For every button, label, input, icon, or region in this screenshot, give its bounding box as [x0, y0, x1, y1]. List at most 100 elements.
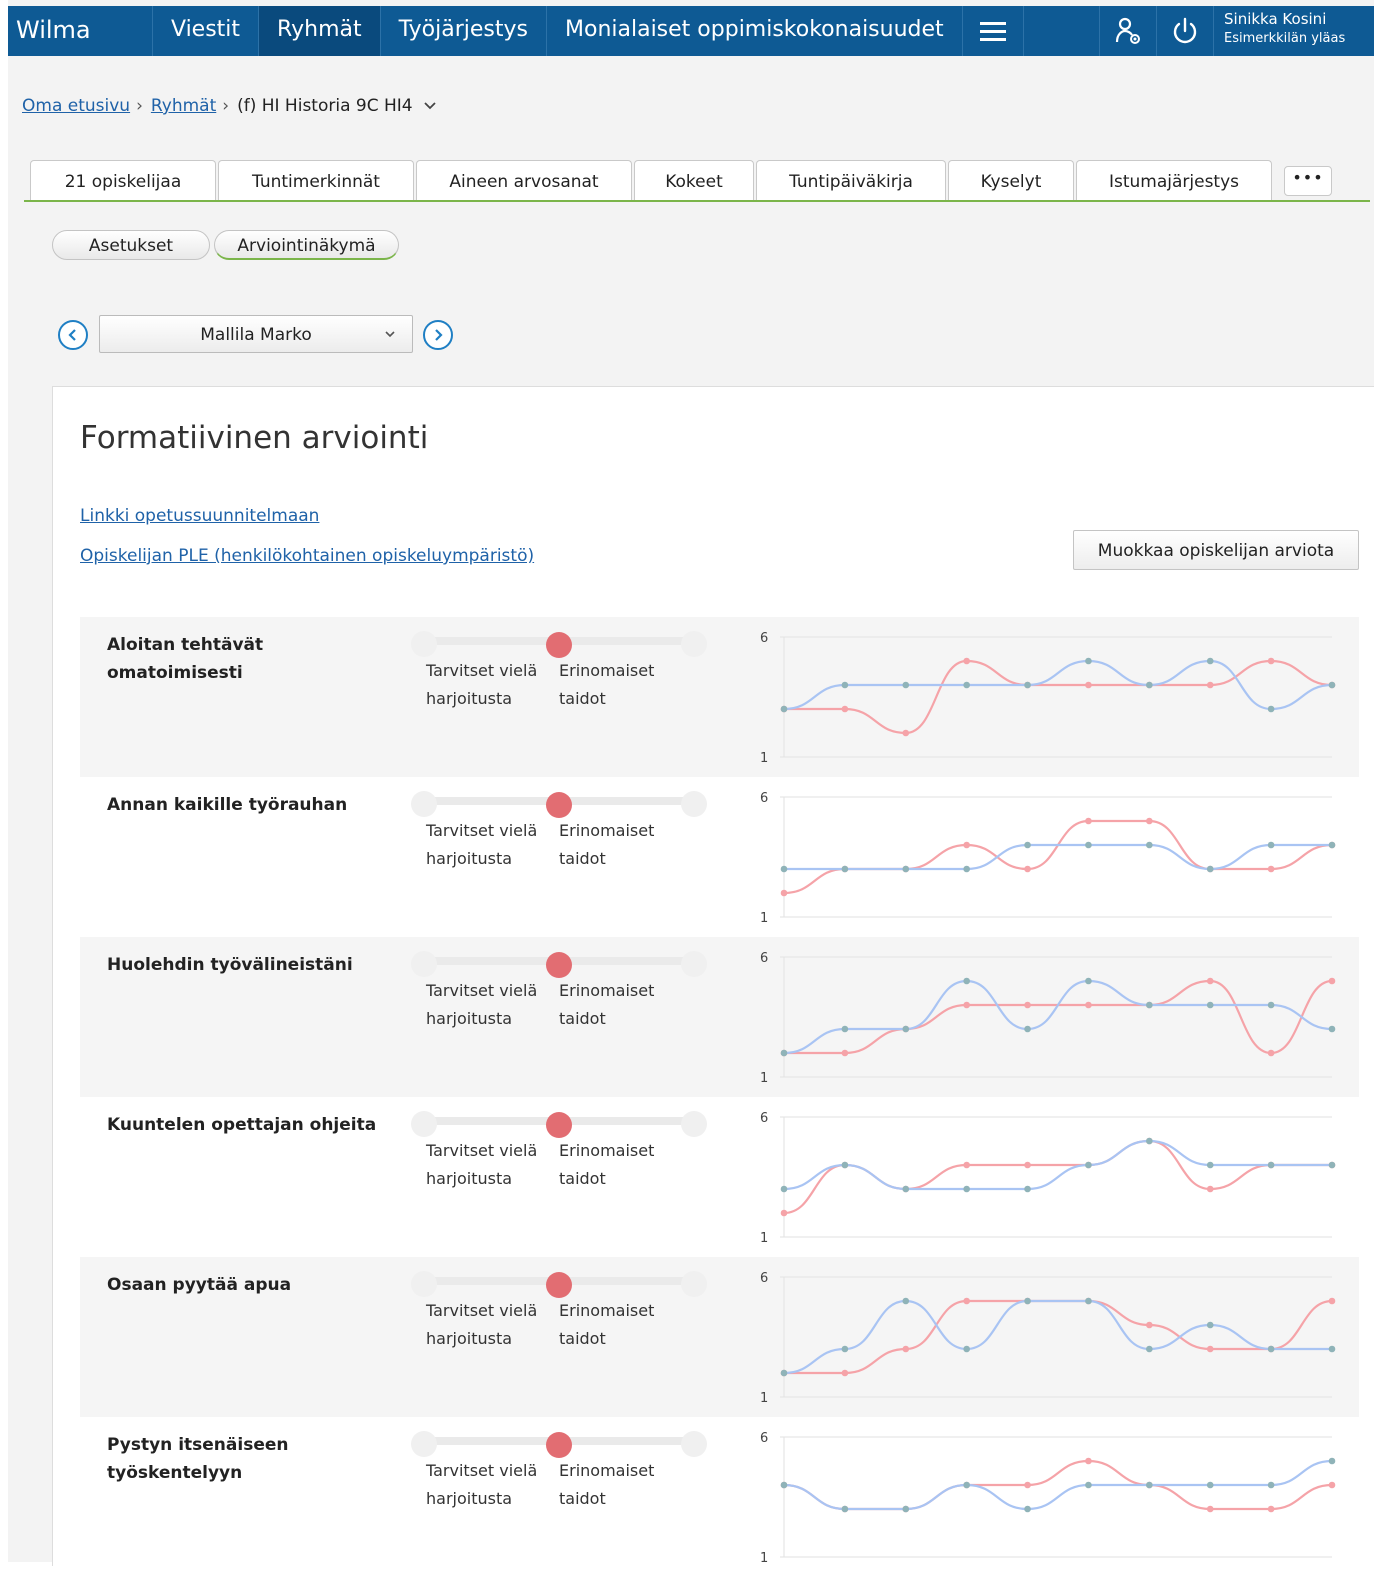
scale-high-label-line: taidot: [559, 1489, 606, 1508]
settings-button[interactable]: Asetukset: [52, 230, 210, 260]
chart-point: [780, 1481, 788, 1489]
curriculum-link[interactable]: Linkki opetussuunnitelmaan: [80, 506, 319, 526]
chart-point: [1206, 865, 1214, 873]
chart-tick-label: 6: [760, 951, 768, 966]
rating-slider-stop[interactable]: [681, 631, 707, 657]
student-select[interactable]: Mallila Marko: [99, 315, 413, 353]
rating-slider-stop[interactable]: [411, 951, 437, 977]
nav-item-messages[interactable]: Viestit: [153, 6, 260, 56]
chevron-down-icon[interactable]: [423, 101, 437, 111]
rating-slider-thumb[interactable]: [546, 1272, 572, 1298]
chart-point: [1085, 1297, 1092, 1305]
previous-student-button[interactable]: [58, 320, 88, 350]
chart-point: [1328, 1025, 1336, 1033]
chart-tick-label: 6: [760, 1431, 768, 1446]
rating-slider-stop[interactable]: [681, 1271, 707, 1297]
scale-high-label: Erinomaiset taidot: [559, 977, 654, 1033]
nav-item-groups[interactable]: Ryhmät: [259, 6, 381, 56]
rating-slider-stop[interactable]: [411, 1111, 437, 1137]
scale-high-label-line: Erinomaiset: [559, 1301, 655, 1320]
assessment-row: Huolehdin työvälineistäni Tarvitset viel…: [80, 937, 1359, 1097]
scale-low-label: Tarvitset vielä harjoitusta: [426, 1457, 537, 1513]
rating-slider-stop[interactable]: [681, 1431, 707, 1457]
chart-point: [1024, 681, 1031, 689]
tab-lesson-diary[interactable]: Tuntipäiväkirja: [756, 160, 946, 200]
progress-chart: 61: [760, 791, 1336, 926]
nav-item-schedule[interactable]: Työjärjestys: [381, 6, 547, 56]
rating-slider-stop[interactable]: [681, 951, 707, 977]
nav-item-multidisciplinary[interactable]: Monialaiset oppimiskokonaisuudet: [547, 6, 963, 56]
chart-point: [902, 1025, 910, 1033]
rating-slider-thumb[interactable]: [546, 1432, 572, 1458]
student-select-value: Mallila Marko: [200, 325, 312, 345]
rating-slider-stop[interactable]: [681, 1111, 707, 1137]
chart-point: [841, 1049, 849, 1057]
assessment-criterion: Huolehdin työvälineistäni: [107, 955, 353, 975]
assessment-criterion: Osaan pyytää apua: [107, 1275, 292, 1295]
chart-point: [1267, 841, 1275, 849]
next-student-button[interactable]: [423, 320, 453, 350]
topbar-spacer: [1024, 6, 1100, 56]
user-name: Sinikka Kosini: [1224, 10, 1327, 28]
breadcrumb-groups-link[interactable]: Ryhmät: [151, 96, 216, 116]
scale-low-label-line: Tarvitset vielä: [426, 661, 538, 680]
rating-slider-thumb[interactable]: [546, 1112, 572, 1138]
rating-slider-stop[interactable]: [411, 1431, 437, 1457]
user-info[interactable]: Sinikka Kosini Esimerkkilän yläas: [1214, 6, 1374, 56]
chart-point: [1206, 1345, 1214, 1353]
chart-series-line: [783, 979, 1333, 1055]
more-tabs-button[interactable]: •••: [1284, 166, 1332, 196]
chart-point: [780, 865, 788, 873]
tab-lesson-marks[interactable]: Tuntimerkinnät: [218, 160, 414, 200]
chart-point: [841, 1505, 849, 1513]
tab-seating[interactable]: Istumajärjestys: [1076, 160, 1272, 200]
hamburger-menu-button[interactable]: [963, 6, 1024, 56]
scale-high-label: Erinomaiset taidot: [559, 1137, 654, 1193]
chart-point: [1206, 681, 1214, 689]
chart-point: [1146, 1001, 1153, 1009]
assessment-row: Pystyn itsenäiseen työskentelyyn Tarvits…: [80, 1417, 1359, 1577]
chart-point: [780, 1209, 788, 1217]
brand-logo[interactable]: Wilma: [8, 6, 153, 56]
chart-point: [1024, 1185, 1031, 1193]
edit-assessment-button[interactable]: Muokkaa opiskelijan arviota: [1073, 530, 1359, 570]
rating-slider-thumb[interactable]: [546, 952, 572, 978]
progress-chart: 61: [760, 951, 1336, 1086]
chart-point: [1085, 817, 1092, 825]
breadcrumb-current-group[interactable]: (f) HI Historia 9C HI4: [237, 96, 413, 116]
tab-subject-grades[interactable]: Aineen arvosanat: [416, 160, 632, 200]
top-navigation-bar: Wilma Viestit Ryhmät Työjärjestys Monial…: [8, 6, 1374, 56]
rating-slider-stop[interactable]: [411, 791, 437, 817]
user-settings-button[interactable]: [1100, 6, 1157, 56]
scale-low-label-line: harjoitusta: [426, 689, 513, 708]
breadcrumb-separator: ›: [136, 96, 143, 116]
chart-tick-label: 1: [760, 1391, 768, 1406]
rating-slider-stop[interactable]: [411, 1271, 437, 1297]
assessment-criterion: Annan kaikille työrauhan: [107, 795, 348, 815]
scale-high-label: Erinomaiset taidot: [559, 1297, 654, 1353]
breadcrumb-separator: ›: [222, 96, 230, 116]
chart-point: [963, 1345, 970, 1353]
tab-surveys[interactable]: Kyselyt: [948, 160, 1074, 200]
scale-high-label: Erinomaiset taidot: [559, 817, 654, 873]
rating-slider-stop[interactable]: [681, 791, 707, 817]
chart-point: [1024, 1505, 1031, 1513]
rating-slider-thumb[interactable]: [546, 632, 572, 658]
chart-point: [1267, 1049, 1275, 1057]
assessment-view-button[interactable]: Arviointinäkymä: [214, 230, 399, 260]
chart-point: [1085, 1481, 1092, 1489]
chart-series-line: [783, 1299, 1332, 1375]
chart-point: [1024, 1025, 1031, 1033]
chart-series-line: [783, 1459, 1333, 1511]
breadcrumb-home-link[interactable]: Oma etusivu: [22, 96, 130, 116]
logout-button[interactable]: [1157, 6, 1214, 56]
tab-students[interactable]: 21 opiskelijaa: [30, 160, 216, 200]
rating-slider-thumb[interactable]: [546, 792, 572, 818]
chart-point: [1267, 865, 1275, 873]
assessment-row: Annan kaikille työrauhan Tarvitset vielä…: [80, 777, 1359, 937]
scale-low-label-line: harjoitusta: [426, 1329, 513, 1348]
ple-link[interactable]: Opiskelijan PLE (henkilökohtainen opiske…: [80, 546, 534, 566]
tab-exams[interactable]: Kokeet: [634, 160, 754, 200]
chart-point: [963, 977, 970, 985]
rating-slider-stop[interactable]: [411, 631, 437, 657]
